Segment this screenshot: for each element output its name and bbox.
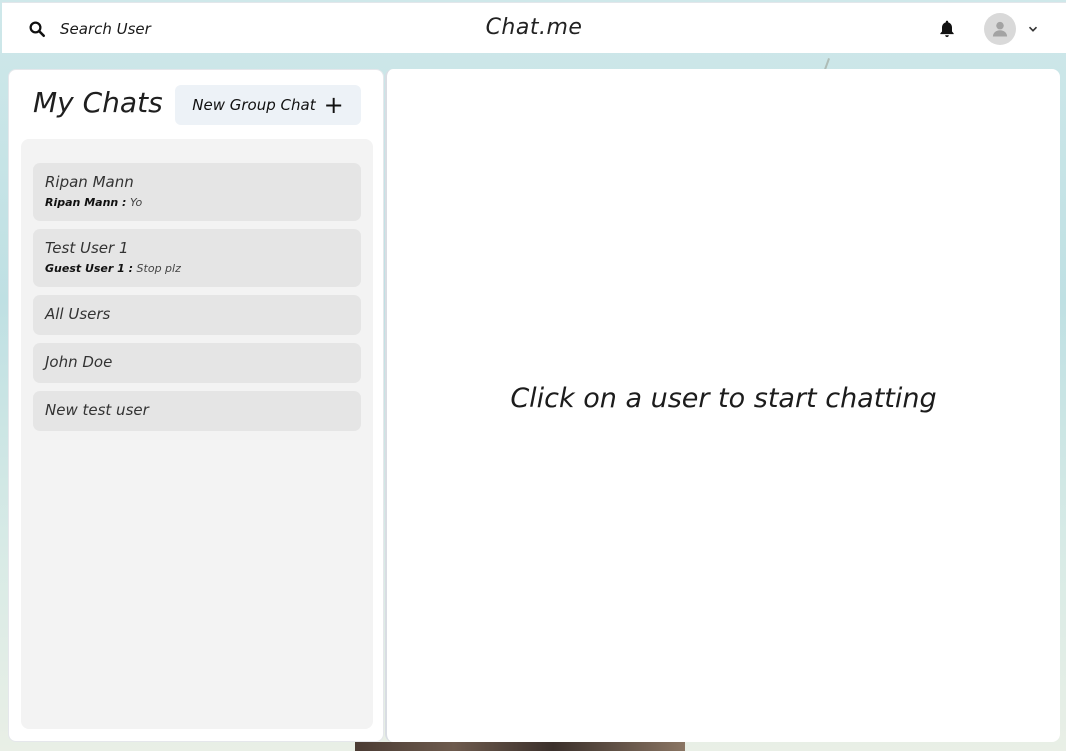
new-group-chat-button[interactable]: New Group Chat + [175, 85, 361, 125]
search-icon [29, 21, 46, 37]
search-user-label: Search User [60, 19, 151, 38]
my-chats-panel: My Chats New Group Chat + Ripan Mann Rip… [8, 69, 384, 742]
chat-name: John Doe [45, 353, 113, 371]
avatar [984, 13, 1016, 45]
chat-list-item[interactable]: John Doe [33, 343, 361, 383]
chat-name: Test User 1 [45, 239, 129, 257]
chevron-down-icon [1028, 26, 1038, 32]
chat-latest-sender: Guest User 1 : [45, 262, 134, 275]
chat-list-item[interactable]: Ripan Mann Ripan Mann : Yo [33, 163, 361, 221]
chat-latest-text: Stop plz [136, 262, 181, 275]
search-user-button[interactable]: Search User [20, 3, 200, 54]
chat-name: Ripan Mann [45, 173, 134, 191]
chat-name: New test user [45, 401, 149, 419]
chat-latest-message: Guest User 1 : Stop plz [45, 262, 349, 275]
plus-icon: + [323, 91, 344, 119]
user-avatar-icon [992, 21, 1008, 37]
new-group-chat-label: New Group Chat [192, 96, 316, 114]
chat-name: All Users [45, 305, 111, 323]
chat-box-panel: Click on a user to start chatting [385, 69, 1060, 742]
chat-list-item[interactable]: New test user [33, 391, 361, 431]
chat-list-item[interactable]: All Users [33, 295, 361, 335]
chat-list-item[interactable]: Test User 1 Guest User 1 : Stop plz [33, 229, 361, 287]
chat-latest-sender: Ripan Mann : [45, 196, 127, 209]
my-chats-title: My Chats [33, 86, 163, 119]
top-bar: Search User Chat.me [2, 2, 1066, 53]
chat-list: Ripan Mann Ripan Mann : Yo Test User 1 G… [21, 139, 373, 729]
profile-menu[interactable] [984, 12, 1044, 46]
background-image-strip [355, 742, 685, 751]
chat-latest-message: Ripan Mann : Yo [45, 196, 349, 209]
bell-icon[interactable] [937, 19, 957, 39]
empty-chat-message: Click on a user to start chatting [510, 383, 937, 414]
chat-latest-text: Yo [129, 196, 143, 209]
